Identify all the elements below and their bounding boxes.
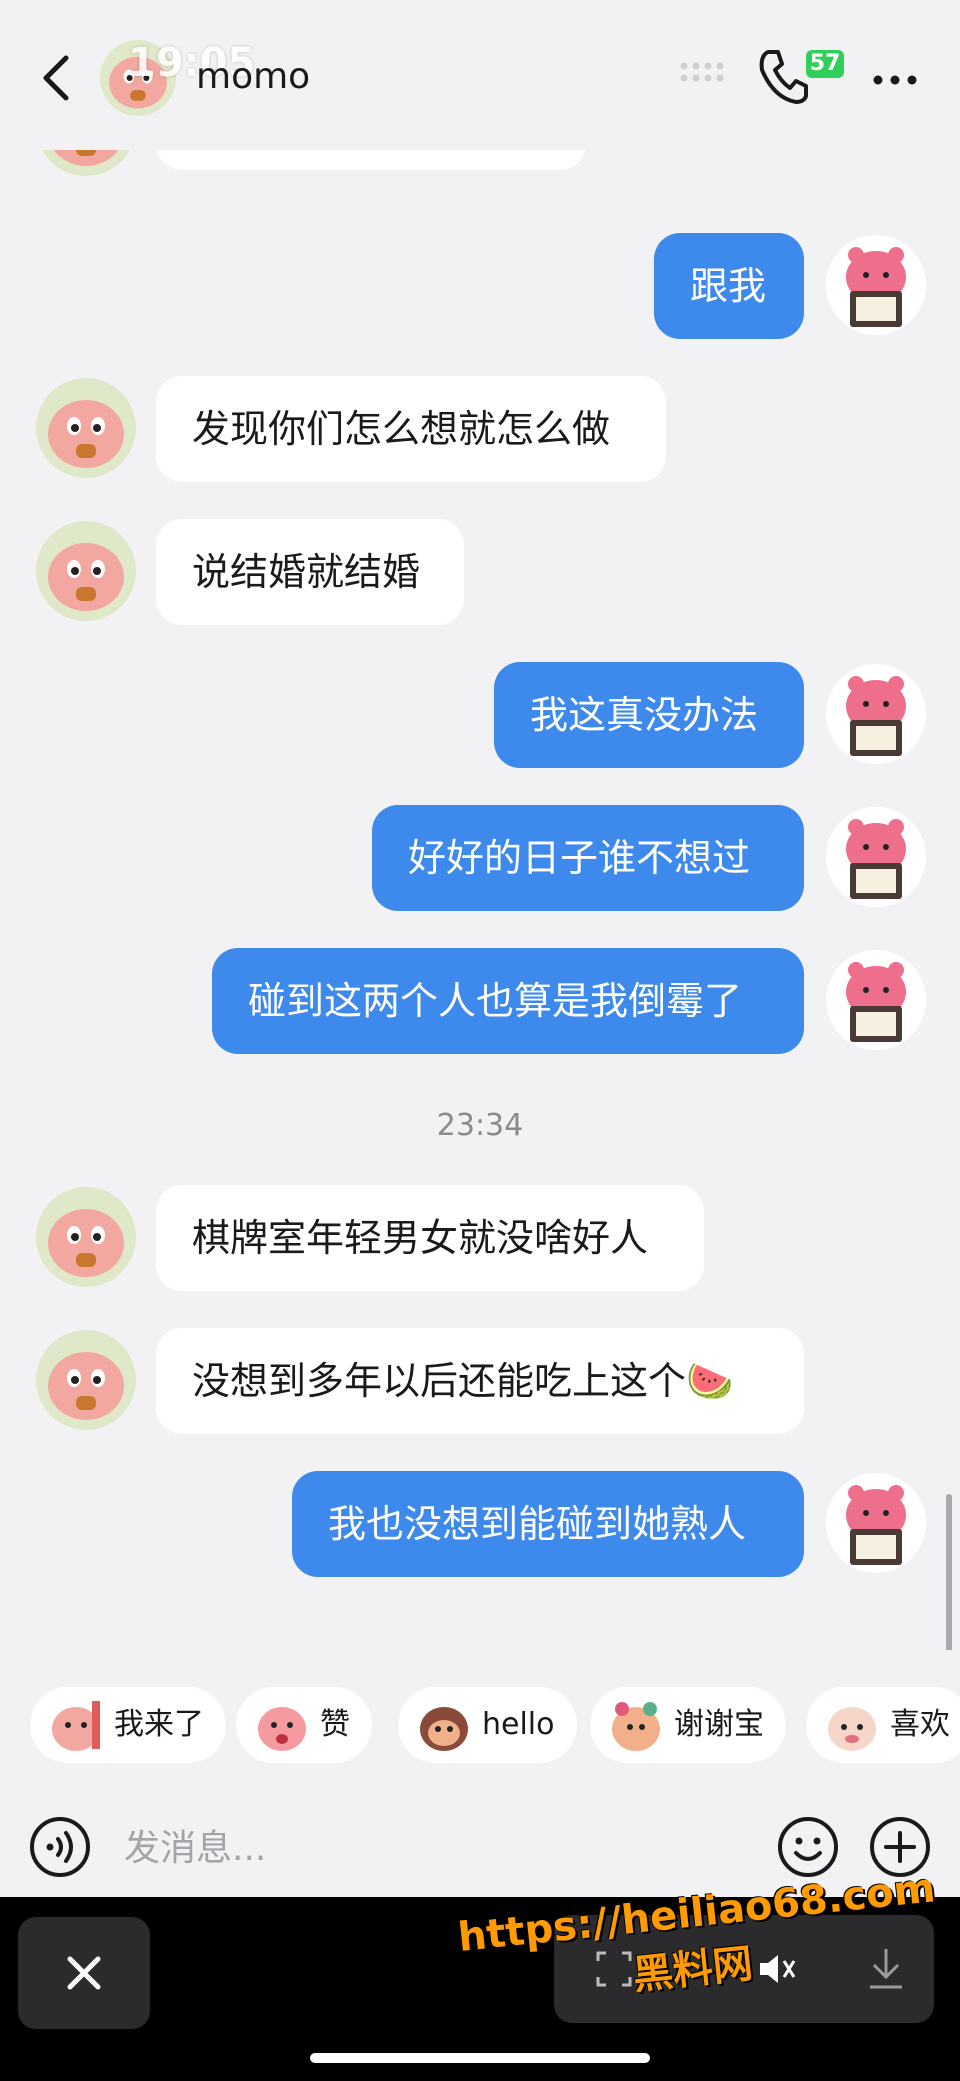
message-input[interactable] bbox=[122, 1807, 766, 1889]
message-bubble-sent[interactable]: 我也没想到能碰到她熟人 bbox=[292, 1471, 804, 1577]
my-avatar[interactable] bbox=[826, 664, 926, 764]
my-avatar[interactable] bbox=[826, 1473, 926, 1573]
sticker-icon bbox=[828, 1707, 876, 1751]
quick-reply-label: 赞 bbox=[320, 1707, 350, 1742]
quick-reply-label: 谢谢宝 bbox=[674, 1707, 764, 1742]
contact-avatar[interactable] bbox=[36, 378, 136, 478]
my-avatar[interactable] bbox=[826, 235, 926, 335]
contact-avatar[interactable] bbox=[36, 1187, 136, 1287]
quick-reply-bar[interactable]: 我来了 赞 hello 谢谢宝 喜欢 bbox=[0, 1665, 960, 1797]
my-avatar[interactable] bbox=[826, 950, 926, 1050]
chat-timestamp: 23:34 bbox=[436, 1108, 524, 1143]
quick-reply-chip[interactable]: 我来了 bbox=[30, 1687, 226, 1763]
message-bubble-sent[interactable]: 好好的日子谁不想过 bbox=[372, 805, 804, 911]
emoji-icon[interactable] bbox=[776, 1815, 840, 1879]
chat-header: 19:05 momo 57 bbox=[0, 0, 960, 150]
my-avatar[interactable] bbox=[826, 807, 926, 907]
message-bubble-received[interactable]: 发现你们怎么想就怎么做 bbox=[156, 376, 666, 482]
contact-avatar[interactable] bbox=[36, 521, 136, 621]
quick-reply-chip[interactable]: 谢谢宝 bbox=[590, 1687, 786, 1763]
quick-reply-label: 喜欢 bbox=[890, 1707, 950, 1742]
quick-reply-chip[interactable]: 赞 bbox=[236, 1687, 372, 1763]
sticker-icon bbox=[52, 1701, 100, 1751]
close-icon bbox=[67, 1956, 101, 1990]
contact-avatar[interactable] bbox=[36, 1330, 136, 1430]
sticker-icon bbox=[612, 1702, 660, 1751]
sticker-icon bbox=[258, 1707, 306, 1751]
phone-icon[interactable] bbox=[754, 46, 808, 106]
quick-reply-label: 我来了 bbox=[114, 1707, 204, 1742]
close-button[interactable] bbox=[18, 1917, 150, 2029]
quick-reply-chip[interactable]: hello bbox=[398, 1687, 577, 1763]
quick-reply-label: hello bbox=[482, 1707, 555, 1742]
more-dots-icon[interactable] bbox=[870, 60, 920, 100]
message-bubble-received[interactable]: 说结婚就结婚 bbox=[156, 519, 464, 625]
viewer-toolbar: https://heiliao68.com 黑料网 bbox=[0, 1865, 960, 2081]
contact-name[interactable]: momo bbox=[196, 56, 310, 97]
message-bubble-received[interactable]: 棋牌室年轻男女就没啥好人 bbox=[156, 1185, 704, 1291]
signal-icon bbox=[680, 62, 724, 82]
message-bubble-sent[interactable]: 我这真没办法 bbox=[494, 662, 804, 768]
chat-area[interactable]: 你离婚你孩子怎么办 跟我 发现你们怎么想就怎么做 bbox=[0, 0, 960, 1650]
quick-reply-chip[interactable]: 喜欢 bbox=[806, 1687, 960, 1763]
message-bubble-received[interactable]: 没想到多年以后还能吃上这个🍉 bbox=[156, 1328, 804, 1434]
chevron-left-icon[interactable] bbox=[34, 52, 78, 104]
home-indicator bbox=[310, 2053, 650, 2063]
message-bubble-sent[interactable]: 跟我 bbox=[654, 233, 804, 339]
sticker-icon bbox=[420, 1707, 468, 1751]
message-bubble-sent[interactable]: 碰到这两个人也算是我倒霉了 bbox=[212, 948, 804, 1054]
chat-scrollbar[interactable] bbox=[946, 1494, 952, 1650]
voice-icon[interactable] bbox=[28, 1815, 92, 1879]
battery-indicator: 57 bbox=[806, 50, 844, 78]
